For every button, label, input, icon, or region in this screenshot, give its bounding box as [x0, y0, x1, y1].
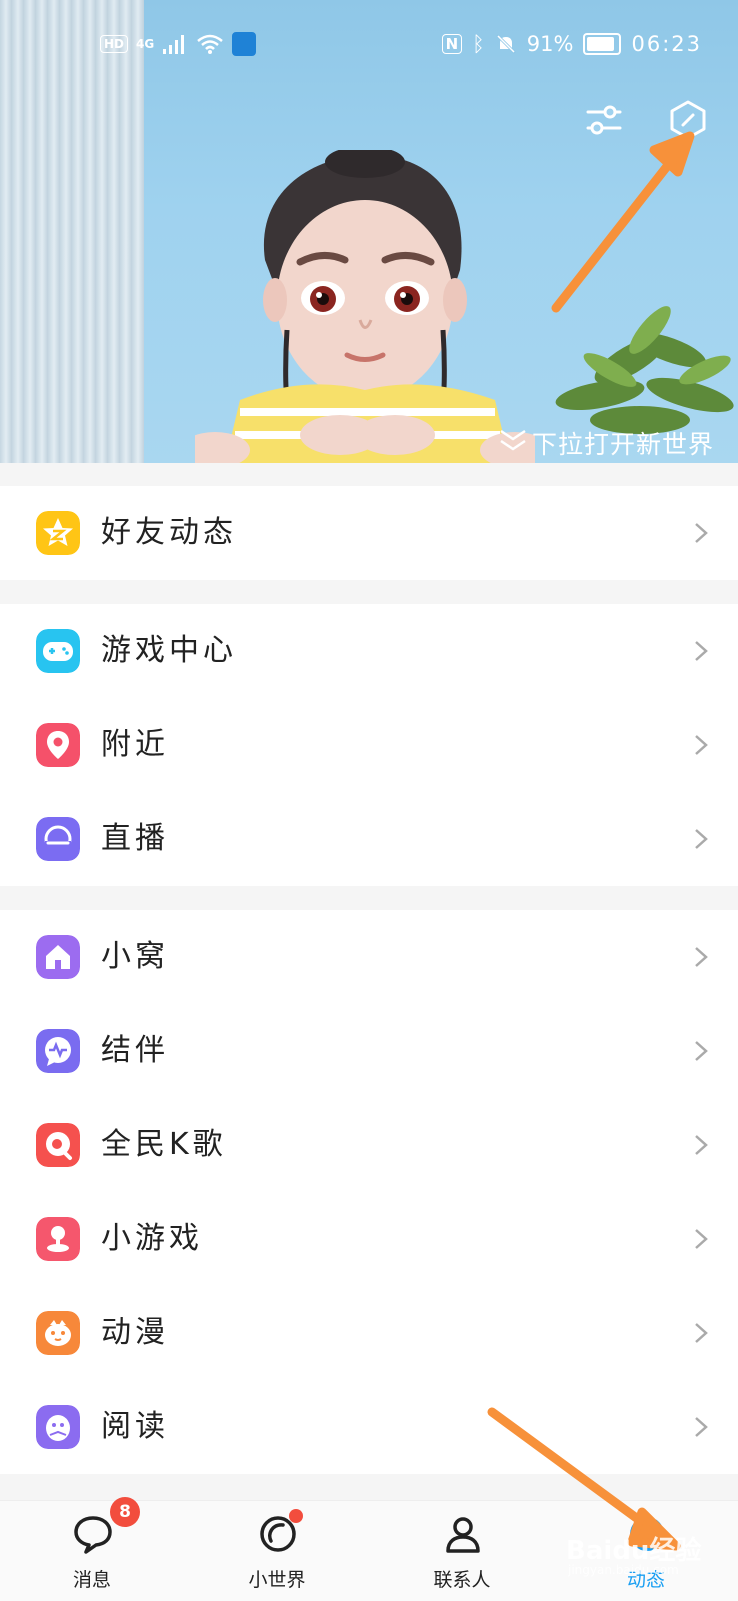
- star-icon: [36, 511, 80, 555]
- status-bar: HD 4G N ᛒ 91% 06:23: [0, 26, 738, 66]
- bluetooth-icon: ᛒ: [472, 32, 485, 56]
- person-icon: [446, 1517, 480, 1553]
- network-type: 4G: [136, 37, 155, 51]
- menu-item-live[interactable]: 直播: [0, 792, 738, 886]
- avatar-character[interactable]: [195, 150, 535, 463]
- battery-icon: [583, 33, 622, 55]
- live-icon: [36, 817, 80, 861]
- menu-group-1: 好友动态: [0, 486, 738, 580]
- pull-down-chevron-icon: [500, 429, 526, 451]
- tab-small-world[interactable]: 小世界: [217, 1501, 337, 1601]
- tab-label: 小世界: [248, 1569, 306, 1591]
- joystick-icon: [36, 1217, 80, 1261]
- menu-group-3: 小窝 结伴 全民K歌 小游戏 动漫 阅读: [0, 910, 738, 1474]
- chevron-right-icon: [695, 1323, 708, 1343]
- chevron-right-icon: [695, 641, 708, 661]
- menu-item-label: 附近: [101, 727, 169, 762]
- menu-item-label: 阅读: [101, 1409, 169, 1444]
- unread-badge: 8: [110, 1497, 140, 1527]
- menu-item-label: 动漫: [101, 1315, 169, 1350]
- curtain-backdrop: [0, 0, 144, 463]
- chevron-right-icon: [695, 1135, 708, 1155]
- hero-banner[interactable]: HD 4G N ᛒ 91% 06:23 下拉打开新世界: [0, 0, 738, 463]
- mute-bell-icon: [495, 33, 516, 55]
- chevron-right-icon: [695, 1229, 708, 1249]
- menu-item-label: 结伴: [101, 1033, 169, 1068]
- watermark-logo: Baidu经验: [566, 1536, 702, 1566]
- watermark-url: jingyan.baidu.com: [568, 1563, 679, 1577]
- pull-down-hint: 下拉打开新世界: [531, 430, 714, 459]
- chevron-right-icon: [695, 829, 708, 849]
- new-dot: [289, 1509, 303, 1523]
- menu-item-friend-feed[interactable]: 好友动态: [0, 486, 738, 580]
- location-pin-icon: [36, 723, 80, 767]
- reading-penguin-icon: [36, 1405, 80, 1449]
- gamepad-icon: [36, 629, 80, 673]
- chevron-right-icon: [695, 1041, 708, 1061]
- anime-face-icon: [36, 1311, 80, 1355]
- tab-label: 消息: [72, 1569, 111, 1591]
- chevron-right-icon: [695, 947, 708, 967]
- menu-item-label: 游戏中心: [101, 633, 237, 668]
- menu-item-label: 小窝: [101, 939, 169, 974]
- menu-item-karaoke[interactable]: 全民K歌: [0, 1098, 738, 1192]
- menu-item-label: 直播: [101, 821, 169, 856]
- menu-item-mini-games[interactable]: 小游戏: [0, 1192, 738, 1286]
- menu-item-game-center[interactable]: 游戏中心: [0, 604, 738, 698]
- weather-icon: [232, 32, 257, 56]
- wifi-icon: [197, 34, 224, 54]
- tab-label: 联系人: [433, 1569, 491, 1591]
- menu-item-label: 好友动态: [101, 515, 237, 550]
- hexagon-settings-icon[interactable]: [666, 98, 710, 142]
- signal-icon: [163, 35, 185, 54]
- karaoke-icon: [36, 1123, 80, 1167]
- tab-contacts[interactable]: 联系人: [402, 1501, 522, 1601]
- menu-item-nest[interactable]: 小窝: [0, 910, 738, 1004]
- menu-item-label: 全民K歌: [101, 1127, 227, 1162]
- menu-group-2: 游戏中心 附近 直播: [0, 604, 738, 886]
- home-icon: [36, 935, 80, 979]
- tab-messages[interactable]: 8 消息: [32, 1497, 152, 1601]
- nfc-icon: N: [441, 34, 463, 54]
- chevron-right-icon: [695, 1417, 708, 1437]
- menu-item-nearby[interactable]: 附近: [0, 698, 738, 792]
- adjust-sliders-icon[interactable]: [582, 98, 626, 142]
- menu-item-reading[interactable]: 阅读: [0, 1380, 738, 1474]
- menu-item-anime[interactable]: 动漫: [0, 1286, 738, 1380]
- chevron-right-icon: [695, 523, 708, 543]
- battery-percent: 91%: [526, 32, 574, 56]
- message-bubble-icon: [74, 1516, 112, 1554]
- clock: 06:23: [631, 32, 702, 56]
- menu-item-companion[interactable]: 结伴: [0, 1004, 738, 1098]
- menu-item-label: 小游戏: [101, 1221, 203, 1256]
- chat-pulse-icon: [36, 1029, 80, 1073]
- chevron-right-icon: [695, 735, 708, 755]
- hd-indicator: HD: [100, 35, 129, 53]
